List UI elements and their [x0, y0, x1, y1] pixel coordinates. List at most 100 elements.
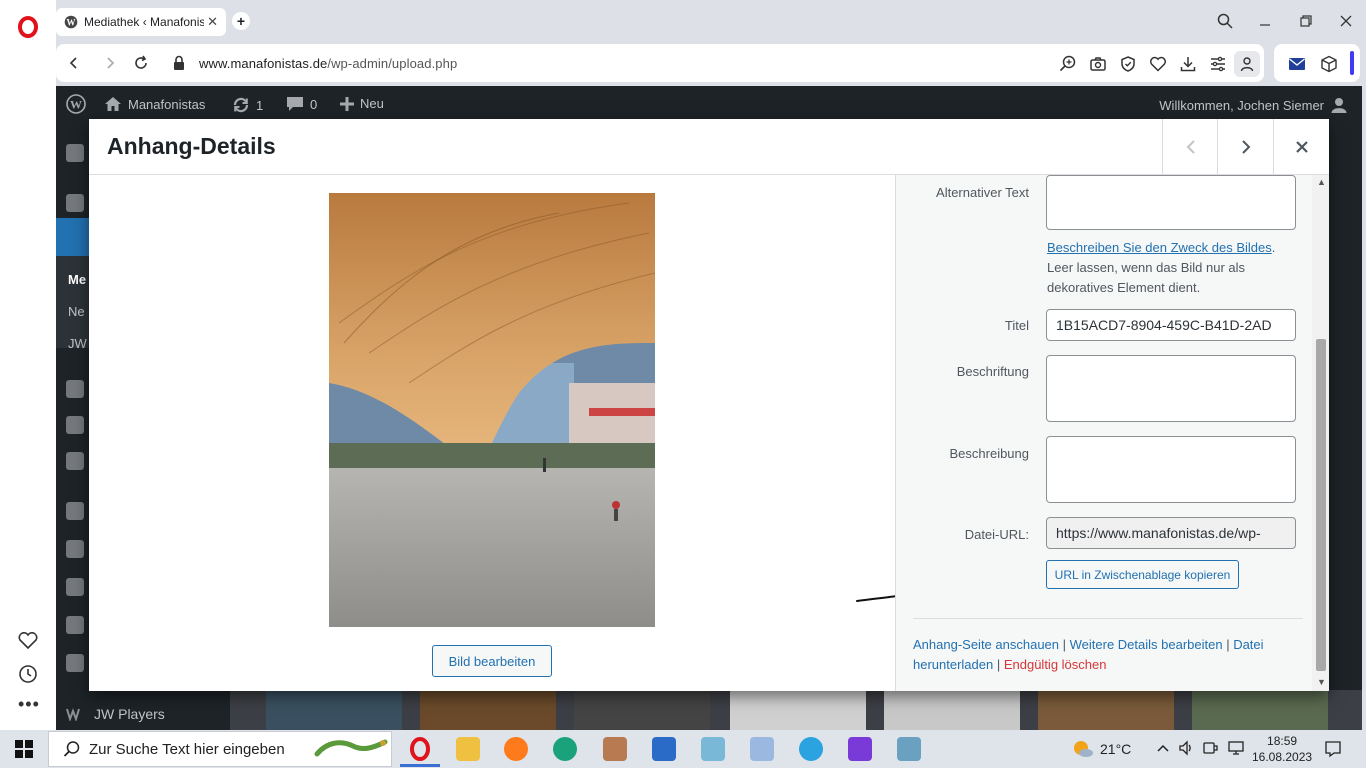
scroll-down-arrow-icon[interactable]: ▼ — [1317, 677, 1326, 687]
app-feather-icon[interactable] — [750, 737, 774, 761]
file-url-field[interactable]: https://www.manafonistas.de/wp- — [1046, 517, 1296, 549]
bookmark-heart-icon[interactable] — [1149, 55, 1167, 73]
browser-tab[interactable]: W Mediathek ‹ Manafonistas ✕ — [56, 8, 226, 36]
media-thumbnail[interactable] — [574, 690, 710, 730]
file-explorer-icon[interactable] — [456, 737, 480, 761]
comments-menu-icon[interactable] — [66, 452, 84, 470]
app-green-icon[interactable] — [553, 737, 577, 761]
opera-logo-icon[interactable] — [18, 16, 38, 38]
network-icon[interactable] — [1228, 740, 1244, 756]
profile-icon[interactable] — [1234, 51, 1260, 77]
speaker-icon[interactable] — [1178, 740, 1194, 756]
download-icon[interactable] — [1179, 55, 1197, 73]
telegram-icon[interactable] — [799, 737, 823, 761]
forward-icon[interactable] — [102, 55, 118, 71]
links-menu-icon[interactable] — [66, 380, 84, 398]
image-viewer-icon[interactable] — [897, 737, 921, 761]
wp-updates-link[interactable]: 1 — [232, 96, 263, 114]
easy-setup-icon[interactable] — [1209, 55, 1227, 73]
address-bar[interactable]: www.manafonistas.de/wp-admin/upload.php — [56, 44, 1264, 82]
firefox-icon[interactable] — [504, 737, 528, 761]
app-blue-icon[interactable] — [701, 737, 725, 761]
delete-permanently-link[interactable]: Endgültig löschen — [1004, 657, 1107, 672]
snapshot-camera-icon[interactable] — [1089, 55, 1107, 73]
media-thumbnail[interactable] — [884, 690, 1020, 730]
submenu-item-media[interactable]: Me — [68, 272, 86, 287]
device-icon[interactable] — [1202, 740, 1218, 756]
submenu-item-new[interactable]: Ne — [68, 304, 85, 319]
users-menu-icon[interactable] — [66, 578, 84, 596]
weather-temperature: 21°C — [1100, 741, 1132, 757]
title-label: Titel — [1004, 318, 1029, 333]
pages-menu-icon[interactable] — [66, 416, 84, 434]
updates-icon — [232, 96, 250, 114]
opera-taskbar-icon[interactable] — [408, 737, 432, 761]
taskbar-search[interactable]: Zur Suche Text hier eingeben — [48, 731, 392, 767]
title-field[interactable]: 1B15ACD7-8904-459C-B41D-2AD — [1046, 309, 1296, 341]
appearance-menu-icon[interactable] — [66, 502, 84, 520]
back-icon[interactable] — [66, 55, 82, 71]
media-thumbnail[interactable] — [730, 690, 866, 730]
tab-close-icon[interactable]: ✕ — [207, 14, 218, 30]
posts-menu-icon[interactable] — [66, 194, 84, 212]
extensions-cube-icon[interactable] — [1320, 55, 1338, 73]
scroll-up-arrow-icon[interactable]: ▲ — [1317, 177, 1326, 187]
description-field[interactable] — [1046, 436, 1296, 503]
close-icon — [1295, 140, 1309, 154]
more-options-icon[interactable]: ••• — [18, 694, 40, 715]
details-scrollbar[interactable]: ▲ ▼ — [1312, 175, 1329, 691]
media-thumbnail[interactable] — [1192, 690, 1328, 730]
view-attachment-page-link[interactable]: Anhang-Seite anschauen — [913, 637, 1059, 652]
user-avatar-icon — [1330, 96, 1348, 114]
photos-icon[interactable] — [603, 737, 627, 761]
edit-more-details-link[interactable]: Weitere Details bearbeiten — [1070, 637, 1223, 652]
new-tab-button[interactable]: + — [232, 12, 250, 30]
close-window-button[interactable] — [1334, 10, 1358, 32]
alt-text-help-link[interactable]: Beschreiben Sie den Zweck des Bildes — [1047, 240, 1272, 255]
dashboard-menu-icon[interactable] — [66, 144, 84, 162]
heart-icon[interactable] — [18, 632, 38, 650]
wp-site-link[interactable]: Manafonistas — [104, 96, 205, 112]
history-clock-icon[interactable] — [18, 664, 38, 684]
tray-chevron-up-icon[interactable] — [1156, 741, 1170, 755]
wp-new-link[interactable]: Neu — [340, 96, 384, 111]
alt-text-field[interactable] — [1046, 175, 1296, 230]
media-thumbnail[interactable] — [1038, 690, 1174, 730]
search-tabs-icon[interactable] — [1213, 10, 1237, 32]
submenu-item-jw[interactable]: JW — [68, 336, 87, 351]
sidebar-item-jw-players[interactable]: JW Players — [66, 706, 165, 722]
windows-start-icon[interactable] — [15, 740, 33, 758]
tools-menu-icon[interactable] — [66, 616, 84, 634]
vpn-app-icon[interactable] — [848, 737, 872, 761]
copy-url-button[interactable]: URL in Zwischenablage kopieren — [1046, 560, 1239, 589]
mail-extension-icon[interactable] — [1288, 55, 1306, 73]
adblock-shield-icon[interactable] — [1119, 55, 1137, 73]
close-modal-button[interactable] — [1273, 119, 1329, 175]
wp-account-link[interactable]: Willkommen, Jochen Siemer — [1159, 96, 1348, 114]
previous-attachment-button[interactable] — [1162, 119, 1218, 175]
weather-widget[interactable]: 21°C — [1072, 739, 1131, 759]
caption-label: Beschriftung — [956, 364, 1029, 379]
media-menu-active[interactable] — [56, 218, 90, 256]
attachment-details-modal: Anhang-Details Bild bearbeiten Alternati… — [89, 119, 1329, 691]
next-attachment-button[interactable] — [1217, 119, 1273, 175]
edit-image-button[interactable]: Bild bearbeiten — [432, 645, 552, 677]
url-host: www.manafonistas.de — [199, 56, 328, 71]
scrollbar-thumb[interactable] — [1316, 339, 1326, 671]
clock[interactable]: 18:59 16.08.2023 — [1252, 733, 1312, 765]
notifications-icon[interactable] — [1324, 740, 1342, 758]
mail-icon[interactable] — [652, 737, 676, 761]
zoom-icon[interactable] — [1059, 55, 1077, 73]
settings-menu-icon[interactable] — [66, 654, 84, 672]
media-thumbnail[interactable] — [420, 690, 556, 730]
media-thumbnail[interactable] — [266, 690, 402, 730]
minimize-button[interactable] — [1253, 10, 1277, 32]
maximize-button[interactable] — [1294, 10, 1318, 32]
plugins-menu-icon[interactable] — [66, 540, 84, 558]
reload-icon[interactable] — [133, 55, 149, 71]
url-text[interactable]: www.manafonistas.de/wp-admin/upload.php — [199, 56, 457, 71]
caption-field[interactable] — [1046, 355, 1296, 422]
wp-logo-icon[interactable]: W — [66, 94, 86, 114]
wp-comments-link[interactable]: 0 — [286, 96, 317, 112]
lock-icon[interactable] — [172, 55, 188, 71]
